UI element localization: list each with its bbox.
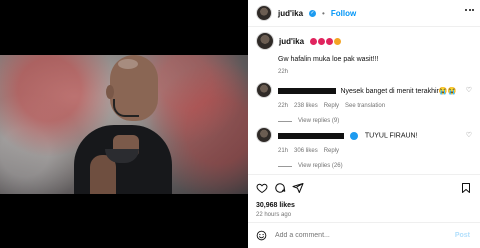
likes-count[interactable]: 30,968 likes <box>256 202 295 209</box>
post-media <box>0 0 248 248</box>
send-icon[interactable] <box>292 182 304 194</box>
post-photo[interactable] <box>0 55 248 194</box>
bookmark-icon[interactable] <box>460 182 472 194</box>
referee-ear <box>106 85 114 99</box>
heart-icon[interactable] <box>256 182 268 194</box>
header-divider <box>248 26 480 27</box>
reply-button[interactable]: Reply <box>324 103 339 109</box>
more-options-icon[interactable] <box>465 9 474 11</box>
author-username[interactable]: jud'ika <box>278 9 303 18</box>
comment-item: Nyesek banget di menit terakhir😭😭 22h 23… <box>256 82 476 124</box>
comment-time: 22h <box>278 103 289 109</box>
caption-text: Gw hafalin muka loe pak wasit!!! <box>278 56 379 63</box>
comment-time: 21h <box>278 148 289 154</box>
composer-top-divider <box>248 222 480 223</box>
comment-heart-icon[interactable]: ♡ <box>466 86 472 94</box>
post-comment-button[interactable]: Post <box>455 232 470 239</box>
comment-heart-icon[interactable]: ♡ <box>466 131 472 139</box>
actions-divider <box>248 174 480 175</box>
comment-meta: 21h 306 likes Reply <box>278 148 476 154</box>
comment-text: Nyesek banget di menit terakhir😭😭 <box>340 87 457 95</box>
comment-avatar[interactable] <box>256 127 272 143</box>
post-header: jud'ika ✓ • Follow <box>256 4 476 22</box>
comment-composer: Post <box>256 228 476 242</box>
comment-likes[interactable]: 306 likes <box>294 148 318 154</box>
reply-button[interactable]: Reply <box>324 148 339 154</box>
post-caption: jud'ika Gw hafalin muka loe pak wasit!!!… <box>256 32 472 75</box>
verified-badge-icon: ✓ <box>309 9 317 17</box>
separator-dot: • <box>322 8 325 18</box>
caption-time: 22h <box>278 69 289 75</box>
emoji-icon[interactable] <box>256 230 267 241</box>
redacted-username <box>278 132 344 139</box>
redacted-username <box>278 87 336 94</box>
comment-meta: 22h 238 likes Reply See translation <box>278 103 476 109</box>
post-panel: jud'ika ✓ • Follow jud'ika Gw hafalin mu… <box>248 0 480 248</box>
comment-input[interactable] <box>275 231 425 239</box>
caption-avatar[interactable] <box>256 32 274 50</box>
view-replies-button[interactable]: View replies (26) <box>278 163 476 169</box>
caption-emoji-icon <box>309 32 342 50</box>
comment-icon[interactable] <box>274 182 286 194</box>
referee-headset <box>113 99 139 117</box>
comment-avatar[interactable] <box>256 82 272 98</box>
post-actions <box>256 182 472 196</box>
follow-button[interactable]: Follow <box>331 9 356 18</box>
post-time: 22 hours ago <box>256 212 292 218</box>
comment-item: TUYUL FIRAUN! 21h 306 likes Reply ♡ View… <box>256 127 476 169</box>
comment-likes[interactable]: 238 likes <box>294 103 318 109</box>
author-avatar[interactable] <box>256 5 272 21</box>
view-replies-button[interactable]: View replies (9) <box>278 118 476 124</box>
verified-badge-icon <box>350 131 359 140</box>
see-translation-link[interactable]: See translation <box>345 103 385 109</box>
comment-text: TUYUL FIRAUN! <box>364 132 418 140</box>
caption-username[interactable]: jud'ika <box>279 37 304 46</box>
